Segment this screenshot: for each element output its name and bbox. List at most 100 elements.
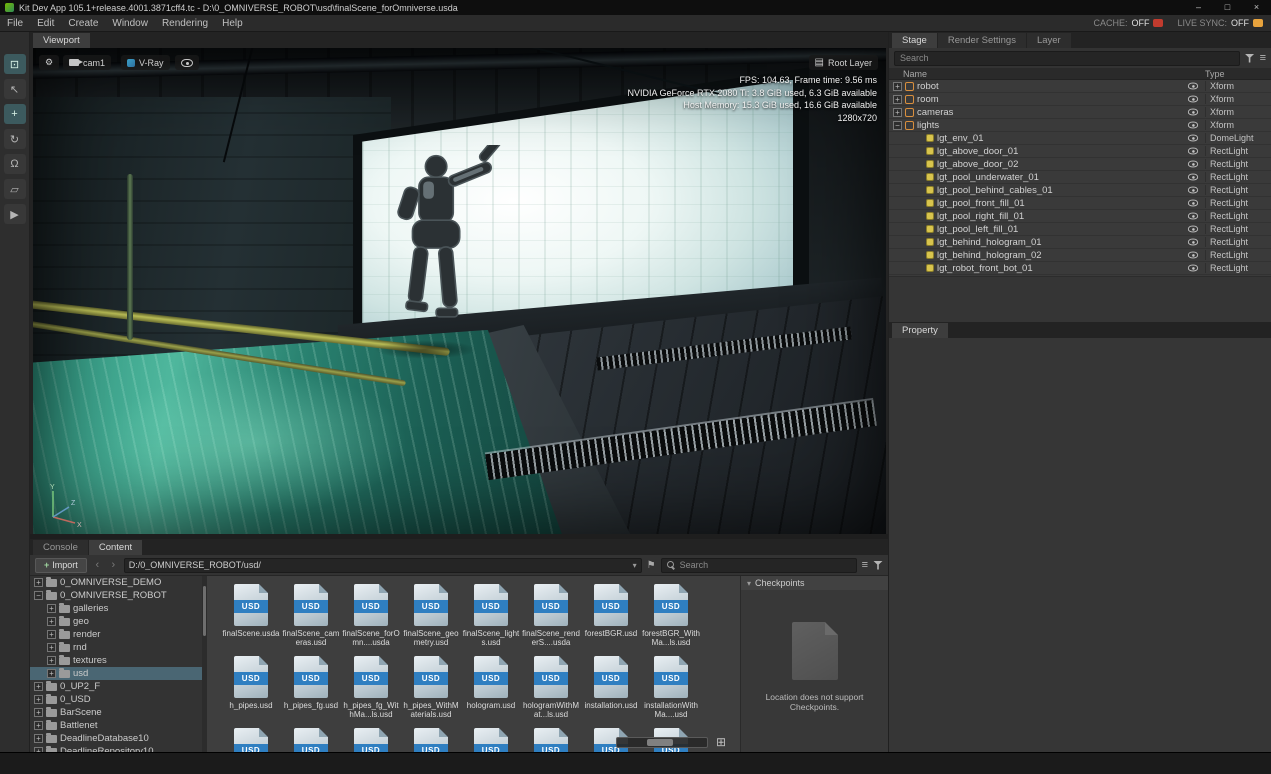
visibility-eye-icon[interactable] <box>1187 95 1199 103</box>
content-tree-item[interactable]: +0_OMNIVERSE_DEMO <box>30 576 202 589</box>
expand-icon[interactable]: + <box>893 81 902 91</box>
menu-rendering[interactable]: Rendering <box>155 18 215 29</box>
stage-row[interactable]: lgt_above_door_02 RectLight <box>889 158 1271 171</box>
cache-value[interactable]: OFF <box>1131 18 1149 28</box>
stage-row[interactable]: lgt_pool_underwater_01 RectLight <box>889 171 1271 184</box>
tab-layer[interactable]: Layer <box>1026 33 1071 48</box>
content-search-input[interactable] <box>679 560 851 570</box>
file-item[interactable]: USD <box>521 728 581 752</box>
file-item[interactable]: USD <box>281 728 341 752</box>
move-tool[interactable]: + <box>3 104 26 124</box>
tab-render-settings[interactable]: Render Settings <box>937 33 1026 48</box>
file-item[interactable]: USD h_pipes_WithMaterials.usd <box>401 656 461 728</box>
content-search[interactable] <box>660 557 857 573</box>
renderer-selector[interactable]: V-Ray <box>121 55 170 70</box>
import-button[interactable]: + Import <box>35 557 87 573</box>
stage-row[interactable]: lgt_pool_front_fill_01 RectLight <box>889 197 1271 210</box>
menu-create[interactable]: Create <box>61 18 105 29</box>
stage-row[interactable]: lgt_pool_left_fill_01 RectLight <box>889 223 1271 236</box>
camera-selector[interactable]: cam1 <box>63 55 112 70</box>
visibility-eye-icon[interactable] <box>1187 238 1199 246</box>
stage-row[interactable]: lgt_env_01 DomeLight <box>889 132 1271 145</box>
column-type[interactable]: Type <box>1205 69 1271 79</box>
file-item[interactable]: USD <box>221 728 281 752</box>
path-input[interactable] <box>128 560 633 570</box>
file-item[interactable]: USD forestBGR_WithMa...ls.usd <box>641 584 701 656</box>
content-tree-item[interactable]: + geo <box>30 615 202 628</box>
content-tree-item[interactable]: − 0_OMNIVERSE_ROBOT <box>30 589 202 602</box>
tab-stage[interactable]: Stage <box>892 33 937 48</box>
stage-row[interactable]: lgt_above_door_01 RectLight <box>889 145 1271 158</box>
expand-icon[interactable]: + <box>34 734 43 743</box>
content-tree-item[interactable]: + Battlenet <box>30 719 202 732</box>
content-tree-item[interactable]: + usd <box>30 667 202 680</box>
path-dropdown-icon[interactable]: ▾ <box>633 561 637 570</box>
stage-row[interactable]: − lights Xform <box>889 119 1271 132</box>
viewport-canvas[interactable]: ⚙ cam1 V-Ray ▤ Root Layer FPS: 104.63, F… <box>33 48 886 534</box>
file-item[interactable]: USD <box>461 728 521 752</box>
content-tree-item[interactable]: + render <box>30 628 202 641</box>
filter-icon[interactable] <box>873 560 883 570</box>
visibility-eye-icon[interactable] <box>1187 225 1199 233</box>
stage-search[interactable] <box>894 50 1240 66</box>
stage-row[interactable]: + cameras Xform <box>889 106 1271 119</box>
visibility-eye-icon[interactable] <box>1187 121 1199 129</box>
list-options-icon[interactable]: ≡ <box>862 559 868 571</box>
back-button[interactable]: ‹ <box>92 559 103 571</box>
close-button[interactable]: × <box>1242 0 1271 15</box>
bookmark-icon[interactable]: ⚑ <box>647 560 656 571</box>
live-sync-status-icon[interactable] <box>1253 19 1263 27</box>
expand-icon[interactable]: + <box>34 721 43 730</box>
axis-gizmo[interactable]: Y X Z <box>41 481 89 529</box>
grid-view-icon[interactable]: ⊞ <box>716 736 726 748</box>
file-item[interactable]: USD finalScene_lights.usd <box>461 584 521 656</box>
menu-window[interactable]: Window <box>105 18 155 29</box>
content-tree-item[interactable]: + DeadlineDatabase10 <box>30 732 202 745</box>
content-tree-item[interactable]: + galleries <box>30 602 202 615</box>
visibility-eye-icon[interactable] <box>1187 186 1199 194</box>
expand-icon[interactable]: + <box>47 617 56 626</box>
column-name[interactable]: Name <box>889 69 1187 79</box>
cursor-tool[interactable]: ↖ <box>3 79 26 99</box>
minimize-button[interactable]: – <box>1184 0 1213 15</box>
slider-handle[interactable] <box>646 738 673 746</box>
stage-row[interactable]: lgt_behind_hologram_01 RectLight <box>889 236 1271 249</box>
visibility-eye-icon[interactable] <box>1187 251 1199 259</box>
expand-icon[interactable]: + <box>34 708 43 717</box>
visibility-eye-icon[interactable] <box>1187 82 1199 90</box>
stage-row[interactable]: + robot Xform <box>889 80 1271 93</box>
stage-row[interactable]: lgt_pool_right_fill_01 RectLight <box>889 210 1271 223</box>
stage-row[interactable]: lgt_behind_hologram_02 RectLight <box>889 249 1271 262</box>
file-item[interactable]: USD <box>401 728 461 752</box>
visibility-eye-icon[interactable] <box>1187 212 1199 220</box>
rotate-tool[interactable]: ↻ <box>3 129 26 149</box>
stage-row[interactable]: lgt_pool_behind_cables_01 RectLight <box>889 184 1271 197</box>
tab-viewport[interactable]: Viewport <box>33 33 90 48</box>
maximize-button[interactable]: □ <box>1213 0 1242 15</box>
menu-help[interactable]: Help <box>215 18 250 29</box>
live-sync-value[interactable]: OFF <box>1231 18 1249 28</box>
file-item[interactable]: USD h_pipes_fg.usd <box>281 656 341 728</box>
visibility-eye-icon[interactable] <box>1187 108 1199 116</box>
tab-content[interactable]: Content <box>88 540 143 555</box>
file-item[interactable]: USD forestBGR.usd <box>581 584 641 656</box>
stage-search-input[interactable] <box>900 53 1234 63</box>
file-item[interactable]: USD finalScene_cameras.usd <box>281 584 341 656</box>
visibility-menu-button[interactable] <box>175 55 199 70</box>
expand-icon[interactable]: + <box>47 630 56 639</box>
file-item[interactable]: USD h_pipes_fg_WithMa...ls.usd <box>341 656 401 728</box>
content-tree-item[interactable]: + textures <box>30 654 202 667</box>
visibility-eye-icon[interactable] <box>1187 199 1199 207</box>
stage-filter-icon[interactable] <box>1244 53 1255 63</box>
file-item[interactable]: USD hologram.usd <box>461 656 521 728</box>
expand-icon[interactable]: + <box>47 669 56 678</box>
cache-status-icon[interactable] <box>1153 19 1164 27</box>
expand-icon[interactable]: + <box>34 682 43 691</box>
expand-icon[interactable]: + <box>47 643 56 652</box>
stage-options-icon[interactable]: ≡ <box>1260 52 1266 64</box>
menu-file[interactable]: File <box>0 18 30 29</box>
collapse-icon[interactable]: − <box>34 591 43 600</box>
file-item[interactable]: USD finalScene_renderS....usda <box>521 584 581 656</box>
forward-button[interactable]: › <box>108 559 119 571</box>
file-item[interactable]: USD finalScene.usda <box>221 584 281 656</box>
